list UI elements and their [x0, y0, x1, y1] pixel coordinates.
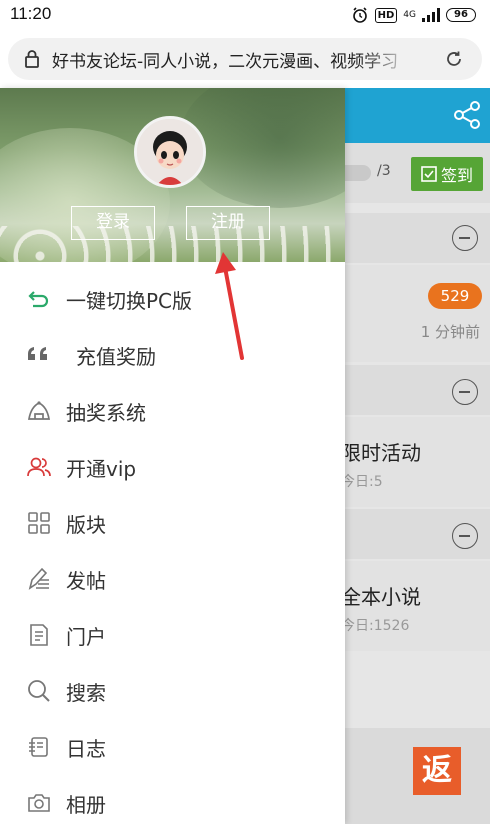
page-indicator: /3	[377, 163, 391, 179]
forum-row[interactable]: 全本小说 今日:1526	[345, 561, 490, 651]
vip-users-icon	[27, 457, 51, 477]
hd-indicator: HD	[374, 7, 398, 23]
menu-label: 开通vip	[66, 457, 137, 481]
menu-item-lottery[interactable]: 抽奖系统	[0, 390, 345, 430]
header-flowers	[0, 226, 345, 262]
menu-label: 相册	[66, 793, 106, 817]
annotation-arrow-icon	[215, 252, 244, 360]
menu-label: 门户	[66, 625, 106, 649]
sign-in-label: 签到	[440, 166, 473, 185]
menu-label: 搜索	[66, 681, 106, 705]
collapse-icon[interactable]	[452, 523, 478, 549]
share-icon[interactable]	[452, 100, 482, 130]
back-float-button[interactable]: 返	[413, 747, 461, 795]
cartoon-avatar-icon	[137, 119, 203, 185]
status-bar: 11:20 HD 4G 96	[0, 0, 490, 30]
log-icon	[29, 737, 48, 757]
collapse-icon[interactable]	[452, 379, 478, 405]
lock-icon	[25, 50, 39, 68]
menu-item-log[interactable]: 日志	[0, 726, 345, 766]
side-drawer: 登录 注册 一键切换PC版 充值奖励 抽奖系统 开通vip 版块 发帖 门户 搜…	[0, 88, 345, 824]
forum-title: 限时活动	[345, 441, 421, 465]
menu-label: 版块	[66, 513, 106, 537]
menu-label: 日志	[66, 737, 106, 761]
menu-item-boards[interactable]: 版块	[0, 502, 345, 542]
reload-icon[interactable]	[444, 49, 464, 69]
menu-item-search[interactable]: 搜索	[0, 670, 345, 710]
forum-section-header	[345, 213, 490, 263]
menu-label: 抽奖系统	[66, 401, 146, 425]
menu-item-vip[interactable]: 开通vip	[0, 446, 345, 486]
new-posts-badge: 529	[428, 283, 482, 309]
search-icon	[28, 680, 50, 702]
quote-icon	[28, 347, 47, 360]
pen-icon	[28, 567, 49, 590]
address-bar[interactable]: 好书友论坛-同人小说，二次元漫画、视频学习	[8, 38, 482, 80]
document-icon	[30, 624, 48, 646]
forum-toolbar: /3 签到	[345, 143, 490, 203]
status-time: 11:20	[10, 4, 52, 23]
camera-icon	[28, 794, 50, 812]
address-text[interactable]: 好书友论坛-同人小说，二次元漫画、视频学习	[52, 47, 414, 72]
last-post-time: 1 分钟前	[420, 323, 480, 341]
menu-item-portal[interactable]: 门户	[0, 614, 345, 654]
menu-item-switch-pc[interactable]: 一键切换PC版	[0, 278, 345, 318]
forum-header	[345, 88, 490, 143]
alarm-icon	[352, 7, 367, 23]
login-button[interactable]: 登录	[71, 206, 155, 240]
sign-in-button[interactable]: 签到	[411, 157, 483, 191]
forum-row[interactable]: 限时活动 今日:5	[345, 417, 490, 507]
menu-label: 充值奖励	[76, 345, 156, 369]
grid-icon	[28, 512, 50, 534]
menu-label: 一键切换PC版	[66, 289, 193, 313]
forum-section-header	[345, 365, 490, 415]
lottery-icon	[27, 401, 51, 420]
forum-row[interactable]: 529 1 分钟前	[345, 265, 490, 362]
menu-label: 发帖	[66, 569, 106, 593]
avatar[interactable]	[134, 116, 206, 188]
forum-today-count: 今日:1526	[345, 618, 410, 634]
browser-toolbar: 好书友论坛-同人小说，二次元漫画、视频学习	[0, 30, 490, 88]
switch-arrow-icon	[28, 291, 49, 308]
battery-indicator: 96	[446, 8, 476, 22]
network-type: 4G	[403, 9, 416, 20]
menu-item-album[interactable]: 相册	[0, 782, 345, 822]
forum-today-count: 今日:5	[345, 474, 383, 490]
background-forum-page: /3 签到 529 1 分钟前 限时活动 今日:5 全本小说 今日:1526 返	[345, 88, 490, 824]
collapse-icon[interactable]	[452, 225, 478, 251]
status-icons: HD 4G 96	[351, 5, 476, 25]
checkbox-icon	[421, 166, 437, 182]
forum-section-header	[345, 509, 490, 559]
page-slider[interactable]	[345, 165, 371, 181]
menu-item-recharge[interactable]: 充值奖励	[0, 334, 345, 374]
register-button[interactable]: 注册	[186, 206, 270, 240]
menu-item-post[interactable]: 发帖	[0, 558, 345, 598]
signal-icon	[422, 8, 440, 22]
drawer-header: 登录 注册	[0, 88, 345, 262]
forum-title: 全本小说	[345, 585, 421, 609]
